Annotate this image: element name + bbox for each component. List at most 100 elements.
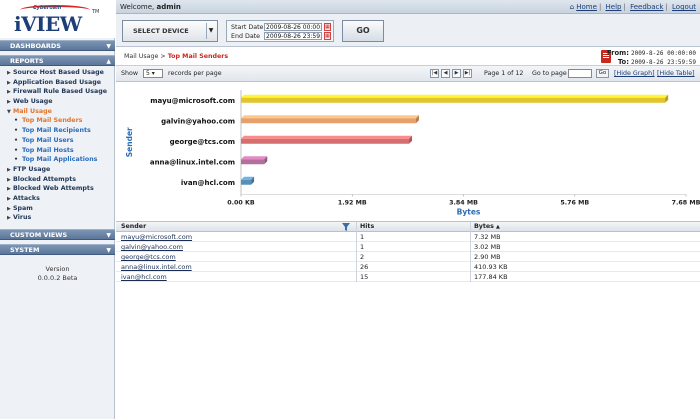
- logout-link[interactable]: Logout: [672, 3, 696, 11]
- section-system-label: SYSTEM: [10, 246, 40, 254]
- header-hits[interactable]: Hits: [356, 222, 470, 232]
- sidebar-item-top-mail-recipients[interactable]: • Top Mail Recipients: [0, 126, 115, 136]
- go-button[interactable]: GO: [342, 20, 384, 42]
- feedback-link[interactable]: Feedback: [630, 3, 663, 11]
- goto-page-input[interactable]: [568, 69, 592, 78]
- bullet-icon: •: [14, 156, 19, 164]
- records-per-page-select[interactable]: 5 ▾: [143, 69, 163, 78]
- sidebar-item-top-mail-users[interactable]: • Top Mail Users: [0, 136, 115, 146]
- breadcrumb-separator: >: [158, 53, 168, 60]
- hide-table-link[interactable]: [Hide Table]: [657, 70, 695, 77]
- table-row: ivan@hcl.com 15 177.84 KB: [116, 272, 700, 282]
- sidebar-item-label: Top Mail Applications: [22, 156, 98, 164]
- sidebar-item-label: Top Mail Senders: [22, 117, 83, 125]
- welcome-prefix: Welcome,: [120, 3, 157, 11]
- sidebar: Cyberoam iVIEW TM DASHBOARDS ▼ REPORTS ▲…: [0, 0, 115, 419]
- header-sender[interactable]: Sender: [121, 222, 353, 232]
- sidebar-item-firewall-rule-based-usage[interactable]: ▶ Firewall Rule Based Usage: [0, 87, 115, 97]
- cell-sender[interactable]: ivan@hcl.com: [121, 272, 353, 282]
- section-custom-views-label: CUSTOM VIEWS: [10, 231, 68, 239]
- sidebar-item-top-mail-hosts[interactable]: • Top Mail Hosts: [0, 146, 115, 156]
- last-page-icon[interactable]: ▶|: [463, 69, 472, 78]
- logo: Cyberoam iVIEW TM: [0, 0, 115, 38]
- breadcrumb-row: Mail Usage > Top Mail Senders From: 2009…: [116, 47, 700, 66]
- sidebar-item-label: Virus: [13, 214, 32, 222]
- cell-hits: 26: [356, 262, 470, 272]
- records-per-page-value: 5: [146, 70, 150, 77]
- hide-graph-link[interactable]: [Hide Graph]: [614, 70, 655, 77]
- end-date-label: End Date: [231, 33, 261, 40]
- category-label: george@tcs.com: [170, 138, 235, 146]
- bar-top: [241, 94, 669, 98]
- cell-hits: 1: [356, 242, 470, 252]
- table-body: mayu@microsoft.com 1 7.32 MB galvin@yahoo.c…: [116, 232, 700, 282]
- section-custom-views[interactable]: CUSTOM VIEWS ▼: [0, 229, 115, 240]
- bar: [241, 97, 666, 103]
- section-reports[interactable]: REPORTS ▲: [0, 55, 115, 66]
- date-range-box: Start Date 2009-08-26 00:00: ▦ End Date …: [226, 20, 334, 42]
- control-strip: SELECT DEVICE ▼ Start Date 2009-08-26 00…: [116, 14, 700, 47]
- home-icon: ⌂: [569, 3, 575, 11]
- sidebar-item-label: Application Based Usage: [13, 78, 102, 86]
- prev-page-icon[interactable]: ◀: [441, 69, 450, 78]
- sidebar-item-label: Top Mail Recipients: [22, 127, 91, 135]
- sidebar-item-top-mail-applications[interactable]: • Top Mail Applications: [0, 155, 115, 165]
- bar-chart: mayu@microsoft.com galvin@yahoo.com george…: [116, 82, 700, 220]
- end-date-input[interactable]: 2009-08-26 23:59:: [264, 32, 322, 40]
- table-row: anna@linux.intel.com 26 410.93 KB: [116, 262, 700, 272]
- header-bytes-label: Bytes: [474, 223, 494, 230]
- section-system[interactable]: SYSTEM ▼: [0, 244, 115, 255]
- first-page-icon[interactable]: |◀: [430, 69, 439, 78]
- calendar-icon[interactable]: ▦: [324, 23, 331, 31]
- version-value: 0.0.0.2 Beta: [37, 274, 78, 282]
- cell-bytes: 7.32 MB: [470, 232, 696, 242]
- cell-hits: 15: [356, 272, 470, 282]
- bullet-icon: •: [14, 127, 19, 135]
- next-page-icon[interactable]: ▶: [452, 69, 461, 78]
- report-toolbar: Show 5 ▾ records per page |◀ ◀ ▶ ▶| Page…: [116, 66, 700, 82]
- sidebar-item-label: Mail Usage: [13, 107, 52, 115]
- sidebar-item-application-based-usage[interactable]: ▶ Application Based Usage: [0, 78, 115, 88]
- sidebar-item-spam[interactable]: ▶ Spam: [0, 204, 115, 214]
- sidebar-item-attacks[interactable]: ▶ Attacks: [0, 194, 115, 204]
- cell-hits: 2: [356, 252, 470, 262]
- sidebar-item-label: Web Usage: [13, 98, 53, 106]
- bar-top: [241, 115, 419, 119]
- start-date-label: Start Date: [231, 24, 264, 31]
- sidebar-item-virus[interactable]: ▶ Virus: [0, 213, 115, 223]
- sidebar-item-ftp-usage[interactable]: ▶ FTP Usage: [0, 165, 115, 175]
- cell-sender[interactable]: mayu@microsoft.com: [121, 232, 353, 242]
- category-label: ivan@hcl.com: [181, 179, 235, 187]
- cell-sender[interactable]: galvin@yahoo.com: [121, 242, 353, 252]
- calendar-icon[interactable]: ▦: [324, 32, 331, 40]
- help-link[interactable]: Help: [606, 3, 622, 11]
- section-dashboards[interactable]: DASHBOARDS ▼: [0, 40, 115, 51]
- breadcrumb-current: Top Mail Senders: [167, 53, 229, 60]
- home-link[interactable]: Home: [576, 3, 597, 11]
- header-bytes[interactable]: Bytes ▲: [470, 222, 696, 232]
- category-label: mayu@microsoft.com: [150, 97, 235, 105]
- cell-sender[interactable]: george@tcs.com: [121, 252, 353, 262]
- start-date-input[interactable]: 2009-08-26 00:00:: [264, 23, 322, 31]
- cell-sender[interactable]: anna@linux.intel.com: [121, 262, 353, 272]
- bar: [241, 118, 416, 124]
- device-select[interactable]: SELECT DEVICE ▼: [122, 20, 218, 42]
- device-select-label: SELECT DEVICE: [133, 27, 189, 35]
- filter-icon[interactable]: [342, 223, 350, 231]
- x-tick-label: 0.00 KB: [227, 200, 255, 207]
- sidebar-item-blocked-attempts[interactable]: ▶ Blocked Attempts: [0, 175, 115, 185]
- sidebar-item-mail-usage[interactable]: ▼ Mail Usage: [0, 107, 115, 117]
- sidebar-item-blocked-web-attempts[interactable]: ▶ Blocked Web Attempts: [0, 184, 115, 194]
- records-per-page-label: records per page: [168, 70, 222, 77]
- sidebar-item-top-mail-senders[interactable]: • Top Mail Senders: [0, 116, 115, 126]
- chevron-down-icon: ▼: [106, 43, 111, 50]
- sidebar-item-web-usage[interactable]: ▶ Web Usage: [0, 97, 115, 107]
- bar-top: [241, 156, 268, 160]
- page-info: Page 1 of 12: [484, 70, 524, 77]
- breadcrumb-parent[interactable]: Mail Usage: [124, 53, 158, 60]
- table-row: mayu@microsoft.com 1 7.32 MB: [116, 232, 700, 242]
- logo-company: Cyberoam: [33, 5, 62, 11]
- from-value: 2009-8-26 00:00:00: [630, 50, 696, 57]
- goto-page-button[interactable]: Go: [596, 69, 609, 78]
- sidebar-item-source-host-based-usage[interactable]: ▶ Source Host Based Usage: [0, 68, 115, 78]
